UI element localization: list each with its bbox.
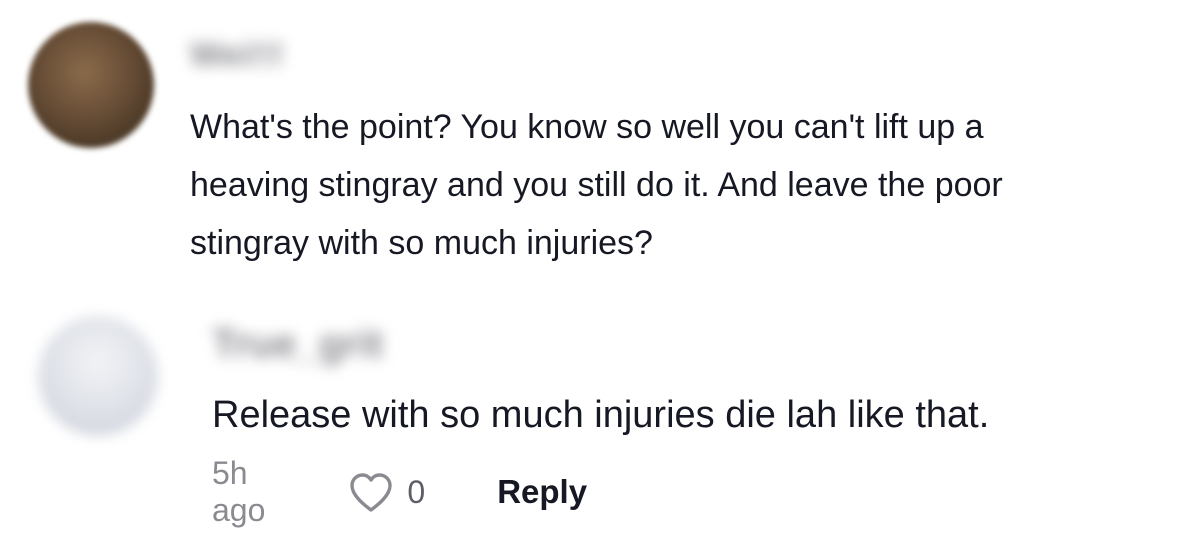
avatar[interactable] — [38, 316, 158, 436]
reply-button[interactable]: Reply — [497, 473, 587, 511]
username[interactable]: True_grit — [212, 322, 383, 367]
comment-text: What's the point? You know so well you c… — [190, 98, 1180, 272]
comment-text-line: What's the point? You know so well you c… — [190, 108, 984, 146]
comment-text: Release with so much injuries die lah li… — [212, 394, 990, 436]
like-count: 0 — [407, 473, 426, 510]
comment-text-line: heaving stingray and you still do it. An… — [190, 166, 1003, 204]
timestamp: 5h ago — [212, 455, 266, 528]
like-button[interactable]: 0 — [347, 470, 425, 514]
heart-icon[interactable] — [347, 470, 395, 514]
username[interactable]: Wei!!! — [190, 36, 284, 75]
comment-meta: 5h ago 0 Reply — [212, 455, 587, 528]
comment-text-line: stingray with so much injuries? — [190, 224, 653, 262]
avatar[interactable] — [28, 22, 154, 148]
